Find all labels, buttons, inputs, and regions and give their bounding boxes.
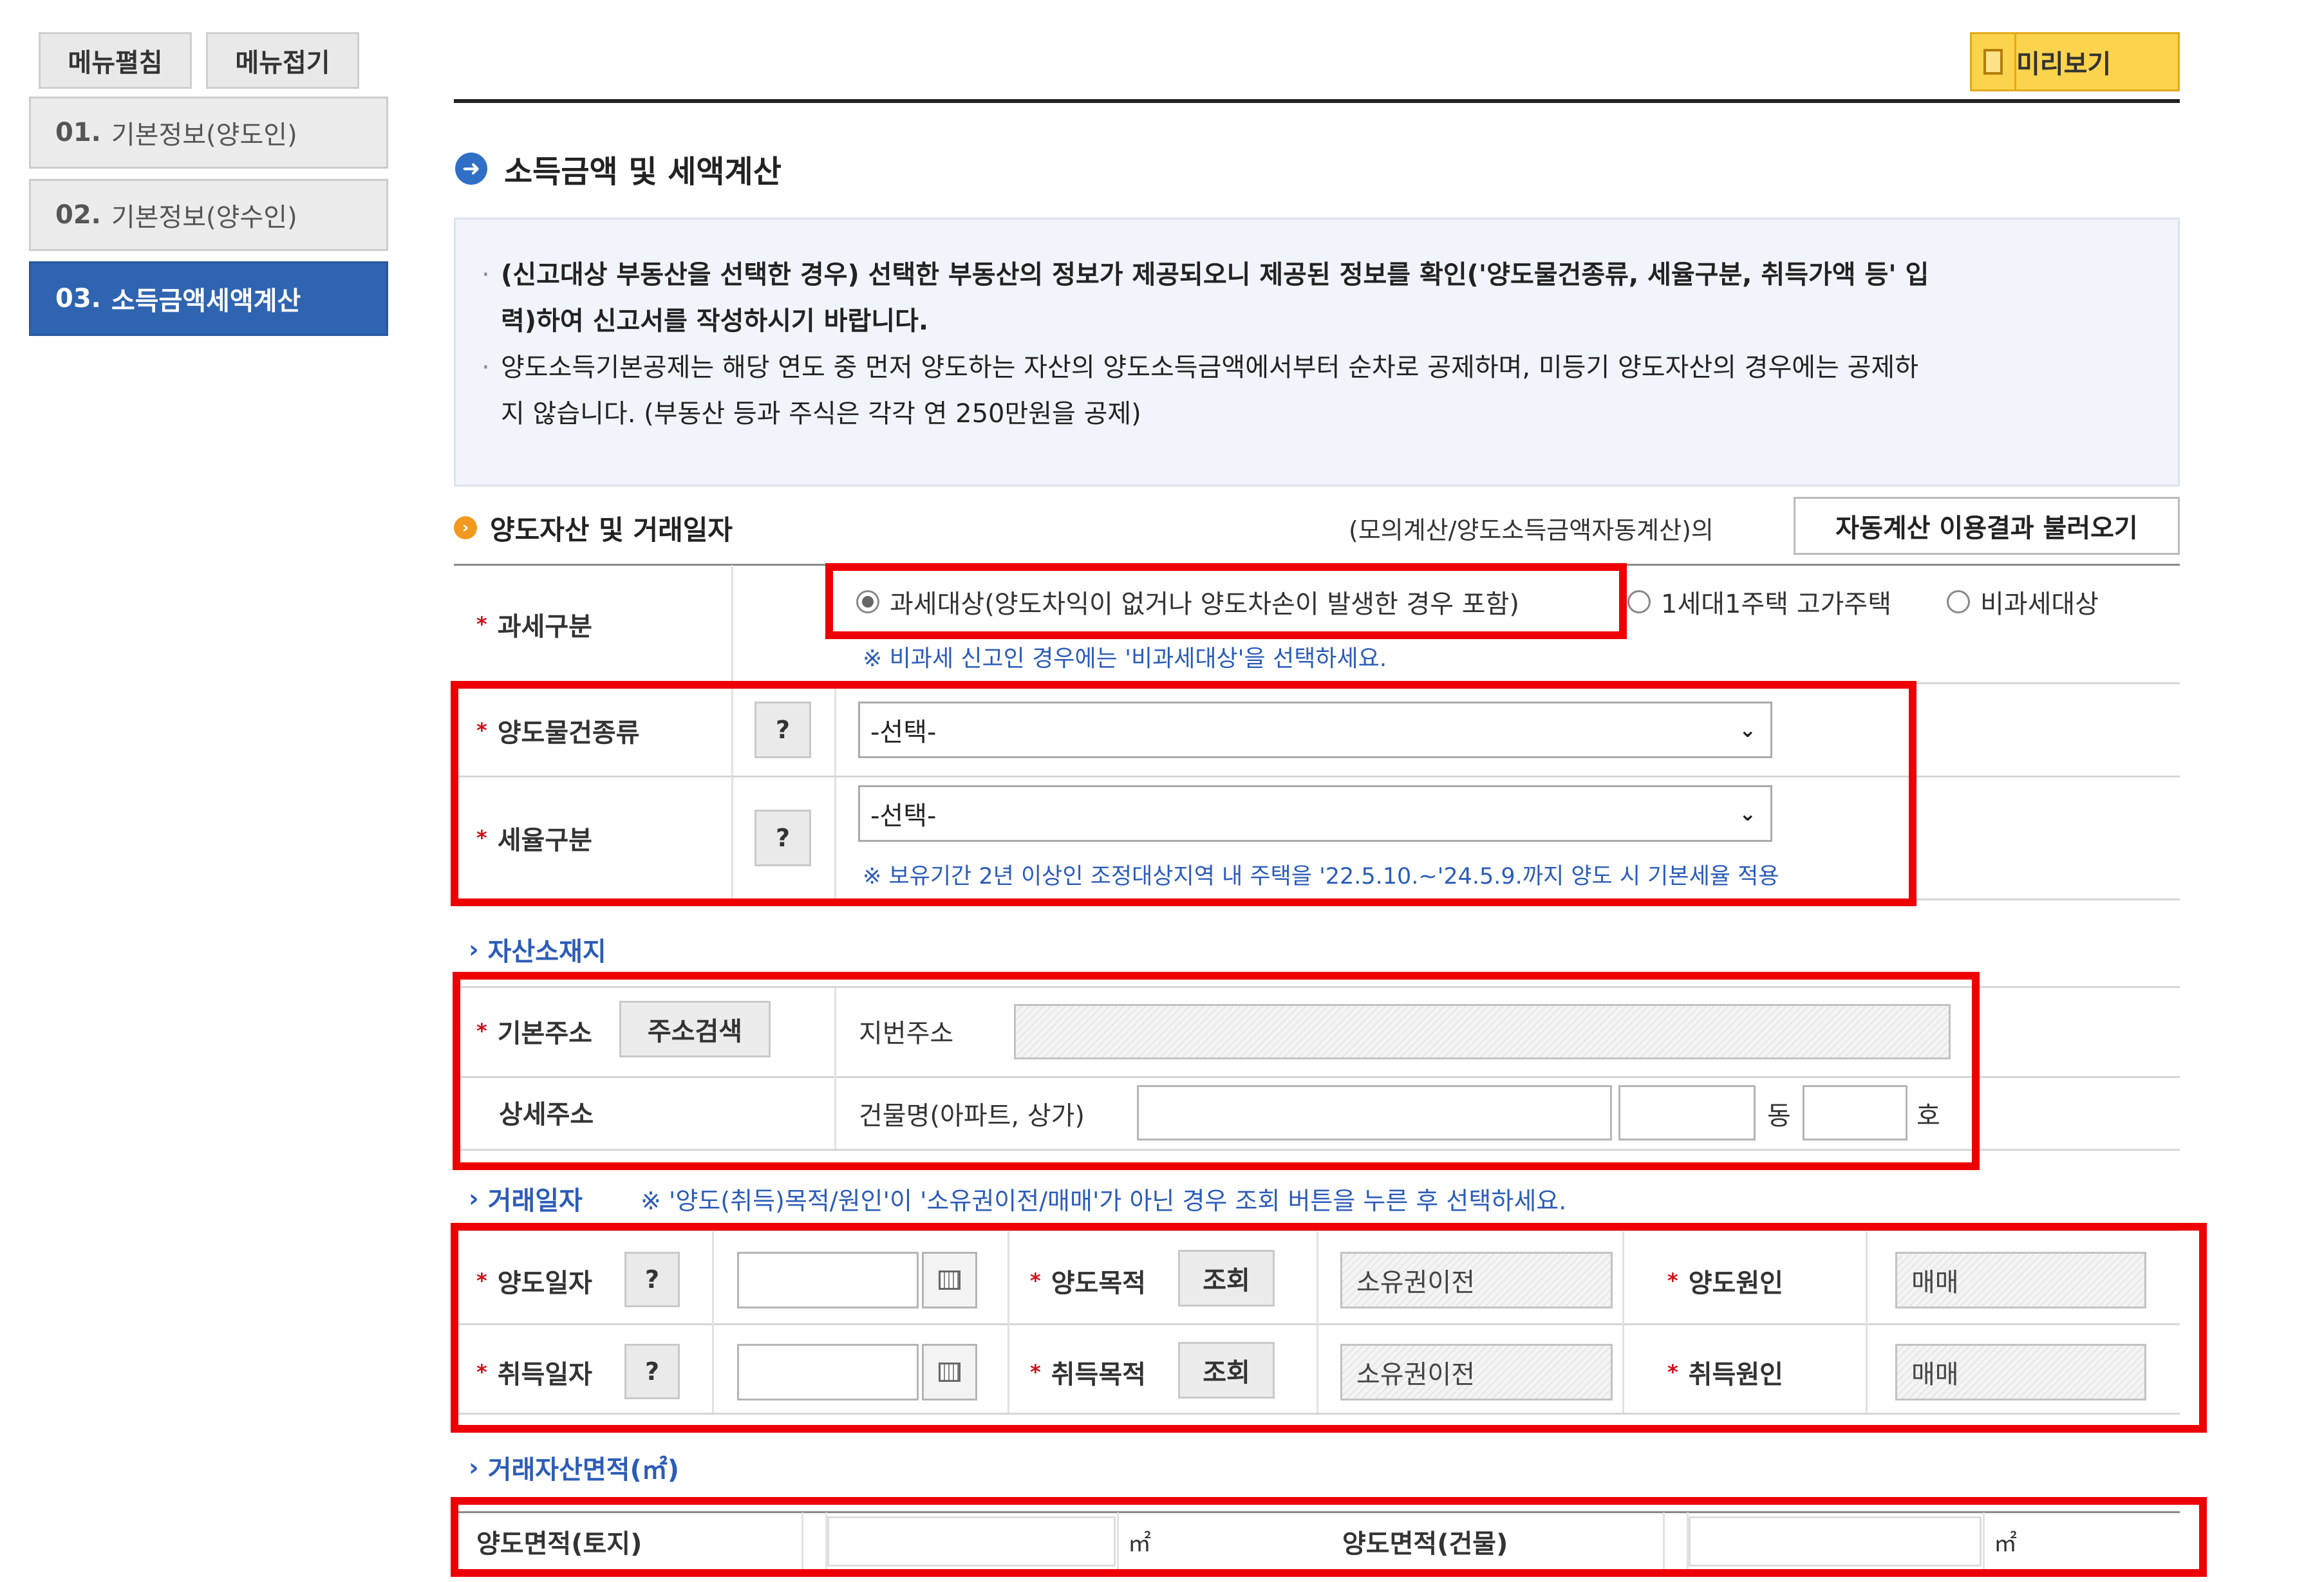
radio-non-taxable[interactable]: 비과세대상	[1947, 576, 2099, 628]
notice-line1: (신고대상 부동산을 선택한 경우) 선택한 부동산의 정보가 제공되오니 제공…	[501, 260, 1929, 290]
radio-high-value-house[interactable]: 1세대1주택 고가주택	[1627, 576, 1891, 628]
asset-subtitle: › 양도자산 및 거래일자	[454, 508, 733, 547]
notice-line1b: 력)하여 신고서를 작성하시기 바랍니다.	[501, 306, 929, 336]
preview-label: 미리보기	[2016, 50, 2112, 79]
chevron-right-icon: ›	[469, 935, 479, 963]
highlight-box	[451, 1223, 2207, 1433]
radio-unselected-icon	[1947, 590, 1970, 613]
page-title: ➜ 소득금액 및 세액계산	[455, 143, 782, 194]
asset-subtitle-text: 양도자산 및 거래일자	[490, 514, 733, 546]
area-subtitle: › 거래자산면적(㎡)	[469, 1448, 679, 1487]
radio-label: 1세대1주택 고가주택	[1661, 590, 1892, 619]
highlight-box	[451, 681, 1916, 906]
chevron-right-icon: ›	[469, 1184, 479, 1213]
required-icon: *	[476, 612, 487, 637]
tax-class-hint: ※ 비과세 신고인 경우에는 '비과세대상'을 선택하세요.	[863, 646, 1387, 672]
radio-unselected-icon	[1627, 590, 1651, 613]
location-subtitle-text: 자산소재지	[487, 937, 606, 967]
notice-box: (신고대상 부동산을 선택한 경우) 선택한 부동산의 정보가 제공되오니 제공…	[454, 218, 2180, 487]
location-subtitle: › 자산소재지	[469, 930, 606, 969]
tax-class-label-text: 과세구분	[497, 612, 592, 642]
highlight-box	[825, 563, 1627, 639]
sidebar-item-seller-info[interactable]: 01. 기본정보(양도인)	[29, 97, 388, 169]
notice-line2b: 지 않습니다. (부동산 등과 주식은 각각 연 250만원을 공제)	[501, 399, 1141, 429]
sidebar-item-num: 01.	[55, 118, 101, 147]
sidebar-item-label: 기본정보(양도인)	[111, 120, 297, 150]
chevron-right-icon: ›	[454, 516, 477, 539]
trade-subtitle: › 거래일자	[469, 1179, 583, 1218]
trade-hint: ※ '양도(취득)목적/원인'이 '소유권이전/매매'가 아닌 경우 조회 버튼…	[641, 1186, 1567, 1215]
trade-subtitle-text: 거래일자	[487, 1186, 583, 1216]
sidebar-item-num: 02.	[55, 200, 101, 230]
load-result-button[interactable]: 자동계산 이용결과 불러오기	[1794, 497, 2180, 555]
menu-collapse-button[interactable]: 메뉴접기	[206, 32, 359, 89]
radio-label: 비과세대상	[1980, 590, 2099, 619]
tax-class-label: * 과세구분	[476, 599, 592, 650]
page-title-text: 소득금액 및 세액계산	[504, 154, 782, 190]
sidebar-item-label: 기본정보(양수인)	[111, 203, 297, 232]
area-subtitle-text: 거래자산면적(㎡)	[487, 1455, 680, 1485]
mock-calc-text: (모의계산/양도소득금액자동계산)의	[1349, 516, 1714, 544]
highlight-box	[451, 1497, 2207, 1577]
sidebar-item-buyer-info[interactable]: 02. 기본정보(양수인)	[29, 179, 388, 251]
chevron-right-icon: ›	[469, 1453, 479, 1482]
menu-expand-button[interactable]: 메뉴펼침	[39, 32, 192, 89]
sidebar-item-tax-calc[interactable]: 03. 소득금액세액계산	[29, 261, 388, 336]
arrow-right-icon: ➜	[455, 153, 487, 185]
notice-line2: 양도소득기본공제는 해당 연도 중 먼저 양도하는 자산의 양도소득금액에서부터…	[501, 353, 1919, 382]
document-icon	[1972, 34, 2016, 89]
preview-button[interactable]: 미리보기	[1970, 32, 2180, 91]
sidebar-item-num: 03.	[55, 284, 101, 313]
top-divider	[454, 99, 2180, 103]
highlight-box	[453, 972, 1980, 1170]
sidebar-item-label: 소득금액세액계산	[111, 286, 301, 316]
